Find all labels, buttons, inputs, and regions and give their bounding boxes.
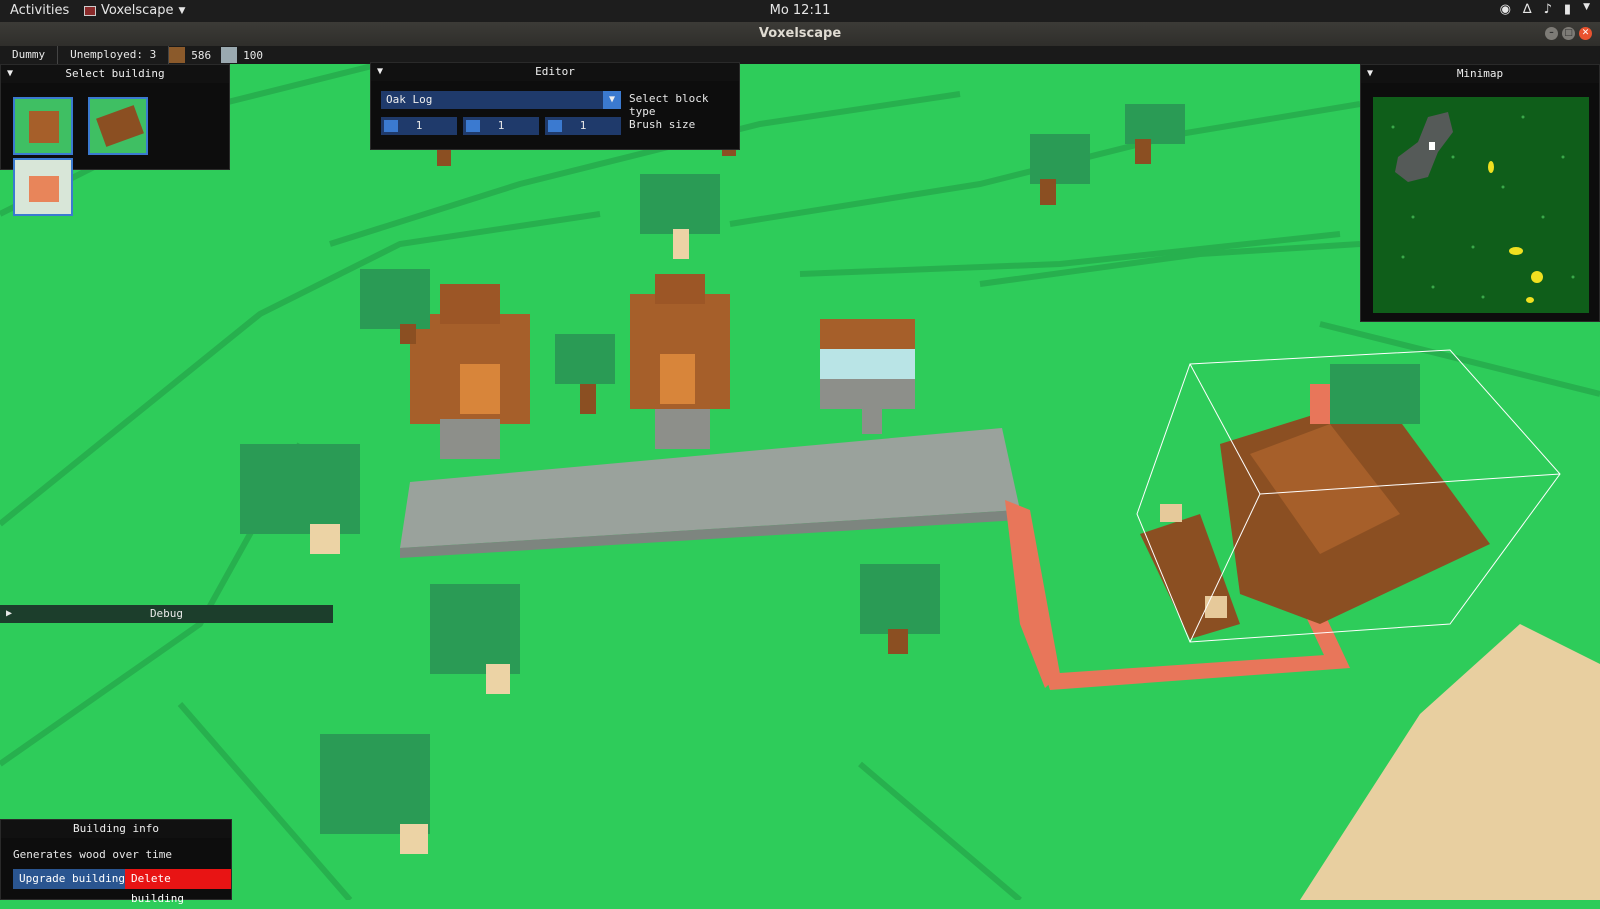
- collapse-triangle-icon[interactable]: ▼: [377, 63, 383, 81]
- resource-bar: Dummy Unemployed: 3 586 100: [0, 46, 1600, 64]
- debug-title: Debug: [149, 607, 184, 620]
- panel-header[interactable]: ▼ Select building: [1, 65, 229, 83]
- volume-icon[interactable]: ♪: [1544, 2, 1552, 17]
- delete-building-button[interactable]: Delete building: [125, 869, 231, 905]
- block-type-select[interactable]: Oak Log ▼: [381, 91, 621, 109]
- minimize-button[interactable]: –: [1545, 27, 1558, 40]
- collapse-triangle-icon[interactable]: ▼: [7, 65, 13, 83]
- panel-title: Minimap: [1456, 67, 1504, 80]
- panel-header[interactable]: ▼ Minimap: [1361, 65, 1599, 83]
- wood-icon: [169, 47, 186, 63]
- app-menu[interactable]: Voxelscape ▼: [84, 3, 185, 18]
- activities-button[interactable]: Activities: [10, 3, 69, 18]
- editor-panel: ▼ Editor Oak Log ▼ Select block type 1 1…: [370, 62, 740, 150]
- chevron-down-icon[interactable]: ▼: [1583, 2, 1590, 17]
- system-tray[interactable]: ◉ ∆ ♪ ▮ ▼: [1500, 2, 1590, 17]
- panel-header[interactable]: ▼ Editor: [371, 63, 739, 81]
- player-name: Dummy: [0, 46, 59, 64]
- lumber-thumbnail[interactable]: [87, 97, 148, 155]
- block-type-label: Select block type: [629, 92, 709, 118]
- minimap-view[interactable]: [1373, 97, 1589, 313]
- window-title-bar: Voxelscape – □ ✕: [0, 22, 1600, 46]
- window-controls: – □ ✕: [1545, 27, 1592, 40]
- select-building-panel: ▼ Select building: [0, 64, 230, 216]
- panel-title: Editor: [535, 65, 575, 78]
- farm-thumbnail[interactable]: [13, 158, 73, 216]
- stone-amount: 100: [243, 48, 263, 62]
- panel-title: Select building: [65, 67, 165, 80]
- expand-triangle-icon[interactable]: ▶: [6, 605, 12, 623]
- minimap-panel: ▼ Minimap: [1360, 64, 1600, 322]
- wood-amount: 586: [191, 48, 212, 62]
- debug-panel-header[interactable]: ▶ Debug: [0, 605, 333, 623]
- brush-size-y[interactable]: 1: [463, 117, 539, 135]
- caret-down-icon: ▼: [178, 5, 186, 16]
- brush-size-label: Brush size: [629, 118, 696, 131]
- discord-icon[interactable]: ◉: [1500, 2, 1511, 17]
- system-top-bar: Activities Voxelscape ▼ Mo 12:11 ◉ ∆ ♪ ▮…: [0, 0, 1600, 22]
- block-type-value: Oak Log: [386, 93, 433, 106]
- brush-size-x[interactable]: 1: [381, 117, 457, 135]
- house-thumbnail[interactable]: [13, 97, 73, 155]
- clock[interactable]: Mo 12:11: [0, 3, 1600, 18]
- wifi-icon[interactable]: ∆: [1523, 2, 1532, 17]
- close-button[interactable]: ✕: [1579, 27, 1592, 40]
- app-menu-label: Voxelscape: [101, 3, 174, 18]
- panel-title: Building info: [72, 822, 160, 835]
- collapse-triangle-icon[interactable]: ▼: [1367, 65, 1373, 83]
- window-title: Voxelscape: [758, 26, 842, 41]
- brush-size-z[interactable]: 1: [545, 117, 621, 135]
- building-info-panel: Building info Generates wood over time U…: [0, 819, 232, 905]
- building-description: Generates wood over time: [13, 848, 172, 861]
- upgrade-building-button[interactable]: Upgrade building: [13, 869, 131, 889]
- dropdown-arrow-icon[interactable]: ▼: [603, 91, 621, 109]
- battery-icon[interactable]: ▮: [1564, 2, 1571, 17]
- stone-icon: [221, 47, 238, 63]
- app-icon: [84, 5, 96, 16]
- panel-header: Building info: [1, 820, 231, 838]
- unemployed-count: Unemployed: 3: [58, 46, 170, 64]
- maximize-button[interactable]: □: [1562, 27, 1575, 40]
